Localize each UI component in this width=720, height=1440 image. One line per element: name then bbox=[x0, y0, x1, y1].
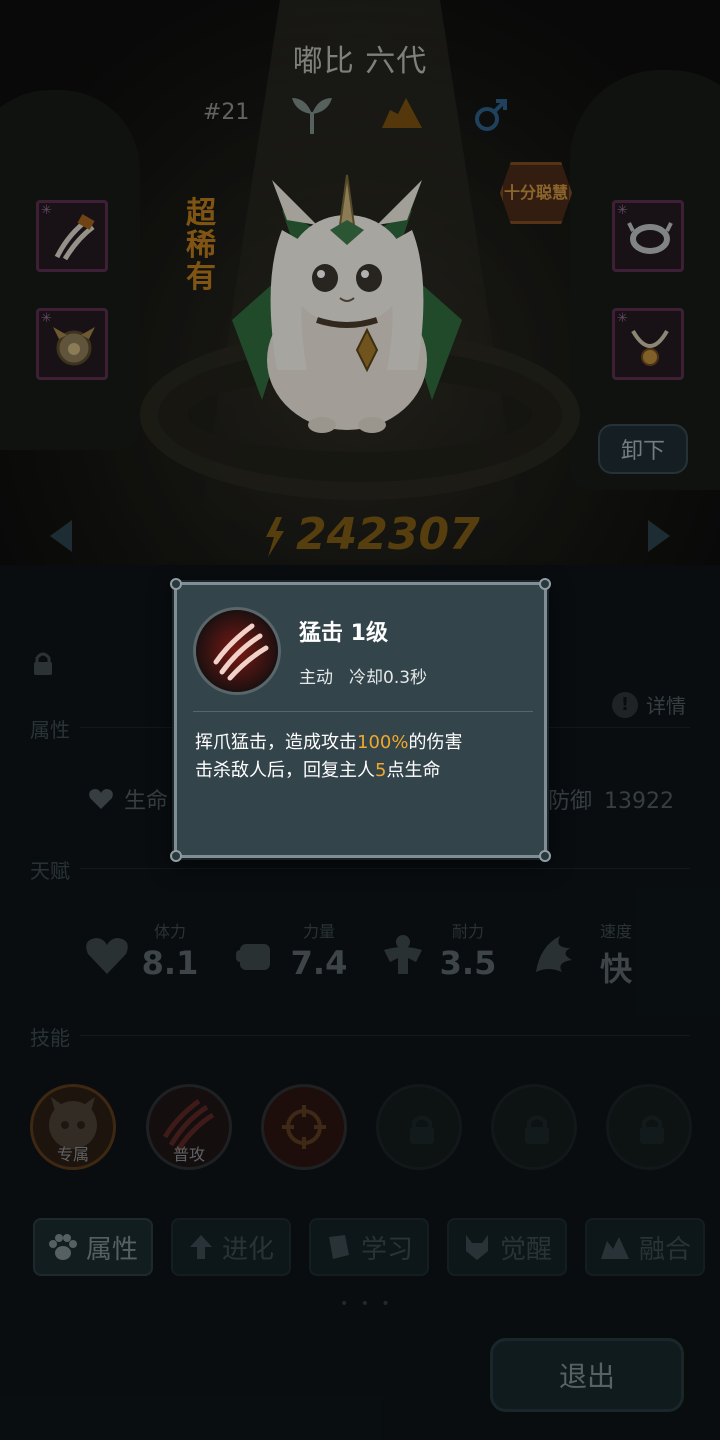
skill-cooldown: 冷却0.3秒 bbox=[349, 668, 428, 688]
desc-text: 的伤害 bbox=[408, 732, 463, 753]
skill-title: 猛击 1级 bbox=[299, 621, 388, 646]
skill-icon-frame bbox=[193, 607, 281, 695]
skill-meta: 主动 冷却0.3秒 bbox=[299, 663, 427, 688]
skill-detail-popup: 猛击 1级 主动 冷却0.3秒 挥爪猛击，造成攻击100%的伤害 击杀敌人后，回复… bbox=[170, 578, 551, 862]
desc-highlight: 5 bbox=[375, 760, 387, 781]
popup-divider bbox=[193, 711, 533, 712]
desc-text: 击杀敌人后，回复主人 bbox=[195, 760, 375, 781]
desc-line-1: 挥爪猛击，造成攻击100%的伤害 bbox=[195, 729, 462, 757]
popup-corner bbox=[170, 850, 182, 862]
skill-type: 主动 bbox=[299, 668, 333, 688]
desc-highlight: 100% bbox=[357, 732, 409, 753]
desc-line-2: 击杀敌人后，回复主人5点生命 bbox=[195, 757, 462, 785]
popup-corner bbox=[539, 850, 551, 862]
skill-description: 挥爪猛击，造成攻击100%的伤害 击杀敌人后，回复主人5点生命 bbox=[195, 729, 462, 785]
popup-corner bbox=[539, 578, 551, 590]
desc-text: 挥爪猛击，造成攻击 bbox=[195, 732, 357, 753]
claw-strike-icon bbox=[196, 610, 278, 692]
popup-corner bbox=[170, 578, 182, 590]
desc-text: 点生命 bbox=[386, 760, 441, 781]
